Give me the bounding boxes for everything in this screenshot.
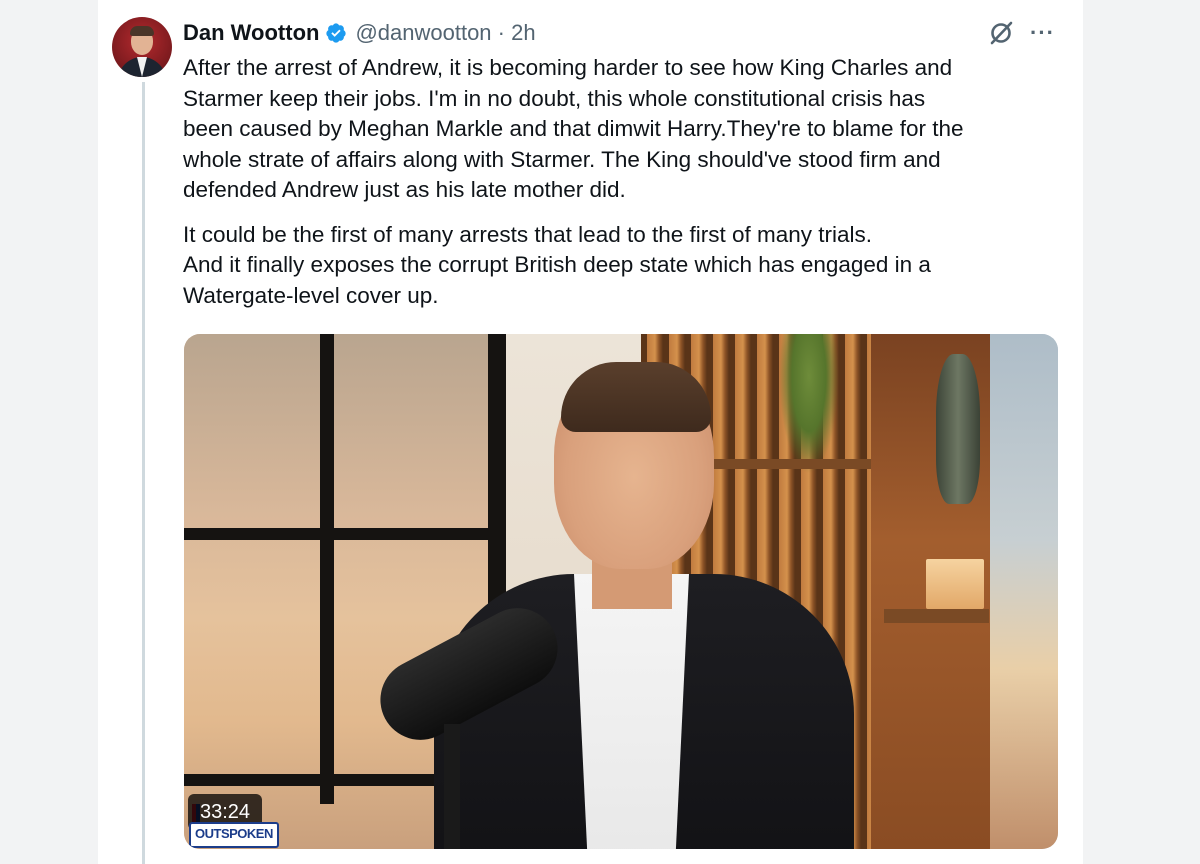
tweet-header: Dan Wootton @danwootton · 2h bbox=[183, 19, 536, 47]
tweet-paragraph-1: After the arrest of Andrew, it is becomi… bbox=[183, 55, 964, 202]
thread-line bbox=[142, 82, 145, 864]
tweet-paragraph-2: It could be the first of many arrests th… bbox=[183, 221, 931, 308]
verified-badge-icon bbox=[326, 23, 347, 43]
tweet-text: After the arrest of Andrew, it is becomi… bbox=[183, 53, 1063, 311]
sculpture bbox=[936, 354, 980, 504]
author-name[interactable]: Dan Wootton bbox=[183, 20, 319, 46]
video-thumbnail[interactable]: 33:24 OUTSPOKEN bbox=[184, 334, 1058, 849]
hanging-plant bbox=[779, 334, 839, 474]
author-handle-time[interactable]: @danwootton · 2h bbox=[355, 20, 535, 46]
avatar[interactable] bbox=[112, 17, 172, 77]
channel-logo: OUTSPOKEN bbox=[189, 822, 279, 848]
grok-icon[interactable] bbox=[986, 18, 1016, 48]
more-options-icon[interactable]: ··· bbox=[1030, 18, 1055, 48]
tweet-actions-top: ··· bbox=[986, 18, 1055, 48]
